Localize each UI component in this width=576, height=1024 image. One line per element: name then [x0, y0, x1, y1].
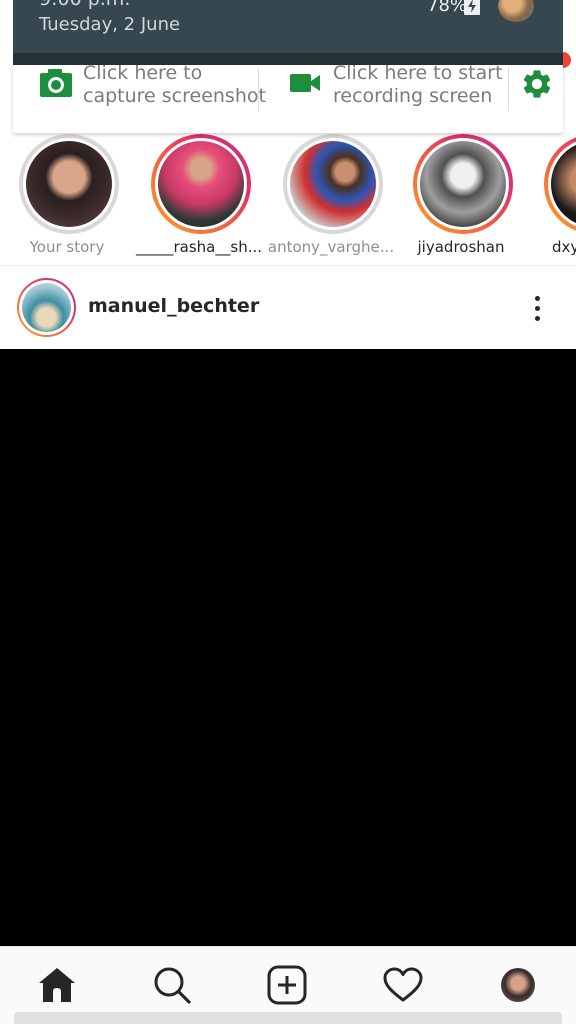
- story-ring: [151, 134, 251, 234]
- system-navigation-bar: [14, 1012, 562, 1024]
- story-avatar: [290, 141, 376, 227]
- gear-icon: [520, 67, 554, 106]
- divider: [508, 67, 509, 111]
- story-avatar: [26, 141, 112, 227]
- screen-capture-notification: Click here to capture screenshot Click h…: [13, 62, 563, 133]
- activity-heart-icon[interactable]: [373, 961, 433, 1009]
- post-username[interactable]: manuel_bechter: [88, 295, 259, 317]
- instagram-feed-screen: 9:00 p.m. Tuesday, 2 June 78% Click here…: [0, 0, 576, 1024]
- story-ring: [19, 134, 119, 234]
- story-ring: [413, 134, 513, 234]
- post-author-avatar[interactable]: [17, 278, 76, 337]
- post-header: manuel_bechter: [0, 266, 576, 349]
- story-name: antony_varghe...: [267, 238, 395, 256]
- story-name: dxy: [552, 238, 576, 256]
- status-time: 9:00 p.m.: [39, 0, 130, 10]
- start-recording-button[interactable]: Click here to start recording screen: [259, 62, 507, 129]
- user-avatar[interactable]: [498, 0, 534, 22]
- post-media[interactable]: [0, 349, 576, 946]
- video-camera-icon: [289, 71, 321, 100]
- avatar: [501, 968, 535, 1002]
- story-ring: [283, 134, 383, 234]
- capture-screenshot-button[interactable]: Click here to capture screenshot: [13, 62, 266, 129]
- battery-percentage: 78%: [427, 0, 468, 16]
- avatar: [22, 283, 71, 332]
- recording-label: Click here to start recording screen: [333, 62, 503, 107]
- status-date: Tuesday, 2 June: [39, 14, 181, 35]
- story-name: Your story: [29, 238, 105, 256]
- add-post-icon[interactable]: [257, 961, 317, 1009]
- screenshot-label: Click here to capture screenshot: [83, 62, 266, 107]
- capture-settings-button[interactable]: [510, 65, 563, 129]
- story-avatar: [420, 141, 506, 227]
- search-icon[interactable]: [142, 961, 202, 1009]
- notification-shade: 9:00 p.m. Tuesday, 2 June 78%: [13, 0, 563, 53]
- more-options-icon[interactable]: [524, 288, 552, 328]
- story-avatar: [158, 141, 244, 227]
- camera-icon: [39, 68, 73, 103]
- home-icon[interactable]: [27, 961, 87, 1009]
- story-name: jiyadroshan: [417, 238, 505, 256]
- battery-charging-icon: [464, 0, 480, 15]
- story-avatar: [551, 141, 576, 227]
- story-name: _____rasha__sh...: [136, 238, 262, 256]
- profile-tab[interactable]: [488, 961, 548, 1009]
- story-ring: [544, 134, 576, 234]
- stories-tray: Your story _____rasha__sh... antony_varg…: [0, 130, 576, 264]
